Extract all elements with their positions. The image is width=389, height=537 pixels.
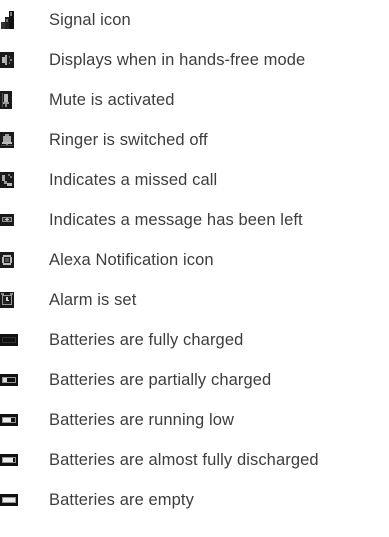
- battery-empty-icon: [0, 494, 18, 506]
- legend-row-alexa-notification: Alexa Notification icon: [0, 240, 389, 280]
- ringer-off-icon: [0, 132, 14, 148]
- alexa-notification-icon: [0, 252, 14, 268]
- legend-row-battery-partial: Batteries are partially charged: [0, 360, 389, 400]
- legend-label: Signal icon: [49, 10, 131, 29]
- message-icon: [0, 214, 14, 226]
- legend-row-mute: Mute is activated: [0, 80, 389, 120]
- legend-row-battery-almost-empty: Batteries are almost fully discharged: [0, 440, 389, 480]
- speaker-icon: [0, 52, 14, 68]
- legend-label: Batteries are empty: [49, 490, 194, 509]
- legend-label: Alexa Notification icon: [49, 250, 214, 269]
- legend-row-message: Indicates a message has been left: [0, 200, 389, 240]
- legend-row-hands-free: Displays when in hands-free mode: [0, 40, 389, 80]
- battery-low-icon: [0, 414, 18, 426]
- legend-row-battery-empty: Batteries are empty: [0, 480, 389, 520]
- legend-row-alarm: Alarm is set: [0, 280, 389, 320]
- legend-row-missed-call: Indicates a missed call: [0, 160, 389, 200]
- mute-icon: [0, 91, 12, 109]
- legend-label: Batteries are partially charged: [49, 370, 272, 389]
- battery-full-icon: [0, 334, 18, 346]
- signal-icon: [0, 11, 14, 29]
- legend-label: Alarm is set: [49, 290, 137, 309]
- legend-label: Indicates a message has been left: [49, 210, 303, 229]
- legend-label: Batteries are almost fully discharged: [49, 450, 319, 469]
- legend-row-battery-low: Batteries are running low: [0, 400, 389, 440]
- legend-label: Mute is activated: [49, 90, 175, 109]
- legend-label: Batteries are running low: [49, 410, 235, 429]
- legend-label: Displays when in hands-free mode: [49, 50, 306, 69]
- battery-partial-icon: [0, 374, 18, 386]
- legend-row-ringer-off: Ringer is switched off: [0, 120, 389, 160]
- legend-label: Indicates a missed call: [49, 170, 218, 189]
- missed-call-icon: [0, 172, 14, 188]
- legend-row-battery-full: Batteries are fully charged: [0, 320, 389, 360]
- legend-label: Ringer is switched off: [49, 130, 208, 149]
- battery-almost-empty-icon: [0, 454, 18, 466]
- alarm-icon: [0, 292, 14, 308]
- icon-legend: Signal icon Displays when in hands-free …: [0, 0, 389, 537]
- legend-row-signal: Signal icon: [0, 0, 389, 40]
- legend-label: Batteries are fully charged: [49, 330, 244, 349]
